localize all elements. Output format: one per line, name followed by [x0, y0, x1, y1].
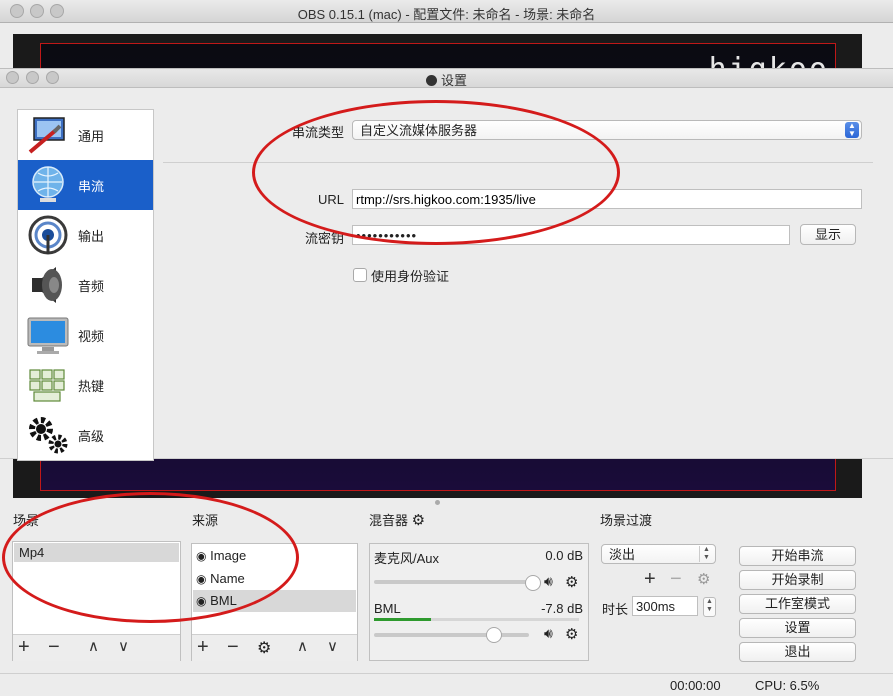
channel-db: -7.8 dB	[541, 601, 583, 616]
sidebar-label-hotkeys: 热键	[78, 378, 105, 394]
gears-icon	[24, 413, 72, 457]
window-title: OBS 0.15.1 (mac) - 配置文件: 未命名 - 场景: 未命名	[297, 7, 596, 22]
level-meter	[374, 618, 579, 621]
source-item-image[interactable]: ◉ Image	[196, 546, 246, 566]
cpu-usage: CPU: 6.5%	[755, 678, 820, 693]
channel-gear-icon[interactable]: ⚙	[565, 625, 578, 643]
add-transition-button[interactable]: +	[644, 569, 656, 589]
remove-transition-button[interactable]: −	[670, 569, 682, 589]
scenes-list[interactable]: Mp4 + − ∧ ∨	[12, 541, 181, 661]
chevron-updown-icon: ▲ ▼	[699, 546, 713, 562]
auth-checkbox[interactable]	[353, 268, 367, 282]
settings-button[interactable]: 设置	[739, 618, 856, 638]
mixer-panel: 麦克风/Aux 0.0 dB 🔊︎ ⚙ BML -7.8 dB 🔊︎ ⚙	[369, 543, 589, 661]
volume-slider-knob[interactable]	[486, 627, 502, 643]
duration-label: 时长	[602, 602, 629, 617]
transitions-title: 场景过渡	[600, 513, 653, 528]
hotkeys-icon	[24, 363, 72, 407]
settings-sidebar: 通用 串流 输出 音频 视频 热键 高级	[17, 109, 154, 461]
level-meter-fill	[374, 618, 432, 621]
sidebar-item-video[interactable]: 视频	[18, 310, 153, 360]
add-scene-button[interactable]: +	[18, 637, 30, 657]
settings-title: 设置	[0, 70, 893, 89]
move-scene-down-button[interactable]: ∨	[118, 637, 129, 657]
move-scene-up-button[interactable]: ∧	[88, 637, 99, 657]
speaker-volume-icon[interactable]: 🔊︎	[544, 573, 553, 590]
stream-key-input[interactable]: •••••••••••	[352, 225, 790, 245]
stream-type-value: 自定义流媒体服务器	[360, 123, 478, 138]
volume-slider-track[interactable]	[374, 633, 529, 637]
source-settings-gear-icon[interactable]: ⚙	[257, 638, 271, 658]
sidebar-item-general[interactable]: 通用	[18, 110, 153, 160]
settings-dialog: 设置 通用 串流 输出 音频 视频 热键 高级 串流类型 自定义流媒体服务器 ▲…	[0, 68, 893, 461]
move-source-down-button[interactable]: ∨	[327, 637, 338, 657]
recording-time: 00:00:00	[670, 678, 721, 693]
sidebar-label-advanced: 高级	[78, 428, 105, 444]
sidebar-item-hotkeys[interactable]: 热键	[18, 360, 153, 410]
eye-icon[interactable]: ◉	[196, 572, 206, 586]
source-item-name[interactable]: ◉ Name	[196, 569, 245, 589]
volume-slider-track[interactable]	[374, 580, 529, 584]
splitter-handle[interactable]	[435, 500, 440, 505]
exit-button[interactable]: 退出	[739, 642, 856, 662]
sidebar-label-video: 视频	[78, 328, 105, 344]
sidebar-label-stream: 串流	[78, 178, 105, 194]
stream-type-select[interactable]: 自定义流媒体服务器 ▲ ▼	[352, 120, 862, 140]
scene-item[interactable]: Mp4	[14, 543, 179, 562]
mixer-gear-icon[interactable]: ⚙	[412, 512, 425, 529]
channel-gear-icon[interactable]: ⚙	[565, 573, 578, 591]
obs-logo-icon	[425, 75, 437, 86]
speaker-volume-icon[interactable]: 🔊︎	[544, 625, 553, 642]
sidebar-label-general: 通用	[78, 128, 105, 144]
settings-titlebar: 设置	[0, 69, 893, 88]
stream-key-label: 流密钥	[304, 231, 344, 246]
sidebar-item-advanced[interactable]: 高级	[18, 410, 153, 460]
transition-gear-icon[interactable]: ⚙	[697, 570, 710, 588]
start-streaming-button[interactable]: 开始串流	[739, 546, 856, 566]
speaker-icon	[24, 263, 72, 307]
sources-list[interactable]: ◉ Image ◉ Name ◉ BML + − ⚙ ∧ ∨	[191, 543, 358, 661]
remove-source-button[interactable]: −	[227, 637, 239, 657]
general-icon	[24, 113, 72, 157]
stream-globe-icon	[24, 163, 72, 207]
stream-type-label: 串流类型	[291, 125, 344, 140]
sidebar-label-audio: 音频	[78, 278, 105, 294]
output-broadcast-icon	[24, 213, 72, 257]
auth-checkbox-label: 使用身份验证	[371, 269, 450, 284]
move-source-up-button[interactable]: ∧	[297, 637, 308, 657]
url-input[interactable]	[352, 189, 862, 209]
eye-icon[interactable]: ◉	[196, 549, 206, 563]
section-divider	[163, 162, 873, 163]
duration-stepper[interactable]: ▲ ▼	[703, 597, 716, 617]
sidebar-item-output[interactable]: 输出	[18, 210, 153, 260]
sidebar-item-stream[interactable]: 串流	[18, 160, 153, 210]
sources-title: 来源	[192, 513, 219, 528]
monitor-icon	[24, 313, 72, 357]
eye-icon[interactable]: ◉	[196, 594, 206, 608]
transition-select[interactable]: 淡出 ▲ ▼	[601, 544, 716, 564]
show-key-button[interactable]: 显示	[800, 224, 856, 245]
channel-name: 麦克风/Aux	[374, 551, 440, 566]
studio-mode-button[interactable]: 工作室模式	[739, 594, 856, 614]
duration-input[interactable]: 300ms	[632, 596, 698, 616]
start-recording-button[interactable]: 开始录制	[739, 570, 856, 590]
sidebar-item-audio[interactable]: 音频	[18, 260, 153, 310]
url-label: URL	[317, 192, 344, 207]
source-item-bml[interactable]: ◉ BML	[193, 590, 356, 612]
scenes-toolbar: + − ∧ ∨	[13, 634, 180, 661]
volume-slider-knob[interactable]	[525, 575, 541, 591]
main-titlebar: OBS 0.15.1 (mac) - 配置文件: 未命名 - 场景: 未命名	[0, 0, 893, 23]
add-source-button[interactable]: +	[197, 637, 209, 657]
status-bar: 00:00:00 CPU: 6.5%	[0, 673, 893, 696]
scenes-title: 场景	[13, 513, 40, 528]
mixer-title: 混音器 ⚙	[369, 512, 426, 529]
channel-name: BML	[374, 601, 401, 616]
remove-scene-button[interactable]: −	[48, 637, 60, 657]
channel-db: 0.0 dB	[545, 548, 583, 563]
chevron-updown-icon: ▲ ▼	[845, 122, 859, 138]
sources-toolbar: + − ⚙ ∧ ∨	[192, 634, 357, 661]
sidebar-label-output: 输出	[78, 228, 105, 244]
